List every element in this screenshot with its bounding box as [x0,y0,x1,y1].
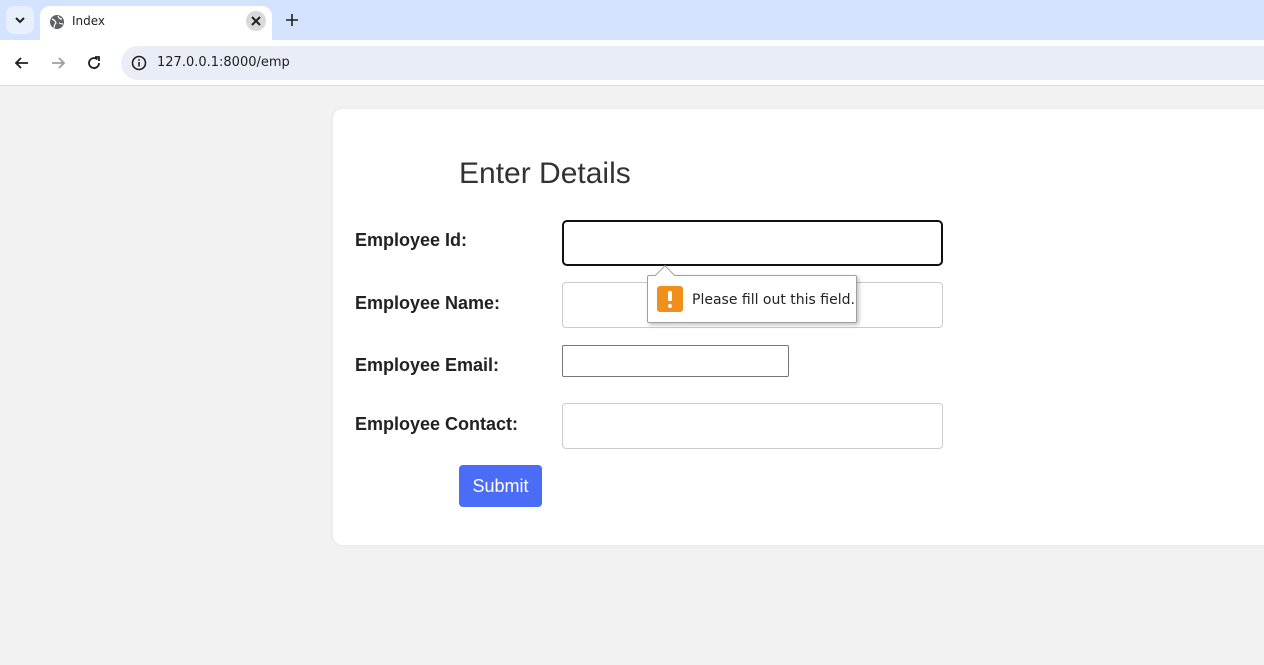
site-info-button[interactable] [129,53,149,73]
arrow-right-icon [52,57,66,69]
chevron-down-icon [15,17,25,24]
employee-name-label: Employee Name: [355,293,501,313]
forward-button[interactable] [46,51,70,75]
submit-button[interactable]: Submit [459,465,542,507]
form-card: Enter Details Employee Id: Employee Name… [333,109,1264,545]
reload-icon [88,56,100,69]
arrow-left-icon [14,57,28,69]
address-bar[interactable]: 127.0.0.1:8000/emp [121,46,1264,80]
validation-tooltip: Please fill out this field. [647,265,857,323]
info-icon [131,55,147,71]
reload-button[interactable] [82,51,106,75]
new-tab-button[interactable] [282,9,302,31]
close-icon [251,16,261,26]
employee-email-input[interactable] [562,345,789,377]
globe-icon [50,15,64,29]
warning-icon [657,286,683,312]
tab-strip: Index [0,0,1264,40]
employee-id-label: Employee Id: [355,230,468,250]
validation-message: Please fill out this field. [692,292,855,308]
tab-close-button[interactable] [246,11,266,31]
employee-id-input[interactable] [562,220,943,266]
tab-title: Index [72,14,106,28]
plus-icon [286,14,298,26]
employee-contact-input[interactable] [562,403,943,449]
browser-toolbar: 127.0.0.1:8000/emp [0,40,1264,86]
employee-email-label: Employee Email: [355,355,500,375]
url-text: 127.0.0.1:8000/emp [157,55,290,70]
employee-contact-label: Employee Contact: [355,414,519,434]
tab-list-button[interactable] [6,6,34,34]
browser-tab[interactable]: Index [40,6,272,40]
page-title: Enter Details [459,157,631,190]
back-button[interactable] [10,51,34,75]
